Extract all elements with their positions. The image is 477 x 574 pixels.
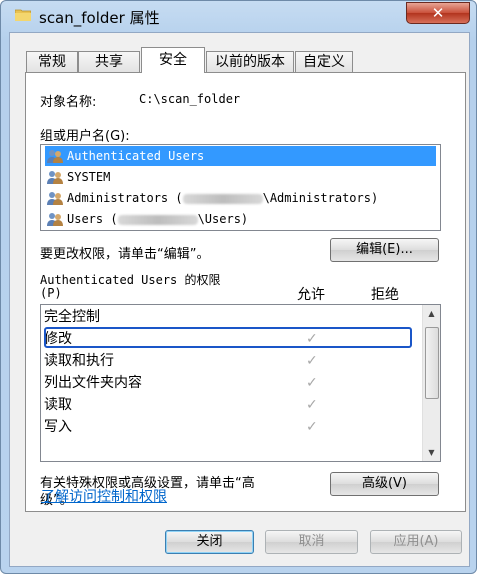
tab-sharing[interactable]: 共享 xyxy=(78,51,140,72)
advanced-button[interactable]: 高级(V) xyxy=(330,472,439,496)
user-group-icon xyxy=(47,192,63,205)
object-name-value: C:\scan_folder xyxy=(139,92,241,106)
tab-label: 共享 xyxy=(95,54,123,70)
deny-column-header: 拒绝 xyxy=(371,287,399,303)
user-name: Authenticated Users xyxy=(67,149,205,163)
dialog-client: 常规 共享 安全 以前的版本 自定义 对象名称: C:\scan_folder … xyxy=(9,32,470,567)
permission-row: 读取和执行 ✓ xyxy=(44,351,414,372)
tab-previous-versions[interactable]: 以前的版本 xyxy=(206,51,294,72)
user-list[interactable]: Authenticated Users SYSTEM Administrator… xyxy=(40,144,441,231)
user-row-administrators[interactable]: Administrators ( \Administrators) xyxy=(45,188,436,208)
user-name-suffix: \Administrators) xyxy=(262,191,379,205)
allow-column-header: 允许 xyxy=(297,287,325,303)
scrollbar-thumb[interactable] xyxy=(425,327,439,399)
highlight-box xyxy=(44,327,412,348)
user-name: Administrators ( \Administrators) xyxy=(67,188,378,208)
tab-general[interactable]: 常规 xyxy=(26,51,78,72)
edit-button[interactable]: 编辑(E)... xyxy=(330,238,439,262)
permission-name: 列出文件夹内容 xyxy=(44,375,142,391)
permission-name: 读取 xyxy=(44,397,72,413)
permission-row: 列出文件夹内容 ✓ xyxy=(44,373,414,394)
learn-access-control-link[interactable]: 了解访问控制和权限 xyxy=(41,486,167,506)
user-name: Users ( \Users) xyxy=(67,209,248,229)
allow-check-icon: ✓ xyxy=(306,353,318,369)
title-bar[interactable]: scan_folder 属性 ✕ xyxy=(1,1,476,31)
user-name-prefix: Administrators ( xyxy=(67,191,183,205)
security-panel: 对象名称: C:\scan_folder 组或用户名(G): Authentic… xyxy=(25,72,466,512)
close-icon: ✕ xyxy=(431,4,445,22)
permission-name: 读取和执行 xyxy=(44,353,114,369)
close-window-button[interactable]: ✕ xyxy=(406,2,470,24)
permission-name: 完全控制 xyxy=(44,309,100,325)
change-permissions-hint: 要更改权限，请单击“编辑”。 xyxy=(40,247,210,262)
permission-name: 写入 xyxy=(44,419,72,435)
tab-security[interactable]: 安全 xyxy=(141,47,205,73)
tab-label: 常规 xyxy=(38,54,66,70)
permission-row: 写入 ✓ xyxy=(44,417,414,438)
allow-check-icon: ✓ xyxy=(306,419,318,435)
user-group-icon xyxy=(47,150,63,163)
tab-customize[interactable]: 自定义 xyxy=(295,51,353,72)
user-row-system[interactable]: SYSTEM xyxy=(45,167,436,187)
tab-label: 安全 xyxy=(159,52,187,68)
folder-icon xyxy=(15,9,31,21)
tab-label: 以前的版本 xyxy=(215,54,285,70)
user-group-icon xyxy=(47,171,63,184)
redacted-domain xyxy=(182,193,263,204)
user-group-icon xyxy=(47,213,63,226)
object-name-label: 对象名称: xyxy=(40,95,97,110)
properties-window: scan_folder 属性 ✕ 常规 共享 安全 以前的版本 自定义 对象名称… xyxy=(0,0,477,574)
permissions-title: Authenticated Users 的权限 xyxy=(40,273,221,287)
allow-check-icon: ✓ xyxy=(306,397,318,413)
permissions-title-mnemonic: (P) xyxy=(40,286,62,300)
scroll-up-icon[interactable]: ▲ xyxy=(423,305,440,322)
user-name: SYSTEM xyxy=(67,170,111,184)
permission-row: 读取 ✓ xyxy=(44,395,414,416)
redacted-domain xyxy=(117,214,198,225)
user-row-authenticated[interactable]: Authenticated Users xyxy=(45,146,436,166)
user-row-users[interactable]: Users ( \Users) xyxy=(45,209,436,229)
apply-button[interactable]: 应用(A) xyxy=(370,530,462,554)
group-users-label: 组或用户名(G): xyxy=(40,129,130,144)
permission-row: 完全控制 xyxy=(44,307,414,328)
user-name-suffix: \Users) xyxy=(197,212,249,226)
tab-label: 自定义 xyxy=(303,54,345,70)
close-button[interactable]: 关闭 xyxy=(165,530,254,554)
cancel-button[interactable]: 取消 xyxy=(265,530,358,554)
scroll-down-icon[interactable]: ▼ xyxy=(423,444,440,461)
permissions-scrollbar[interactable]: ▲ ▼ xyxy=(422,305,440,461)
allow-check-icon: ✓ xyxy=(306,375,318,391)
user-name-prefix: Users ( xyxy=(67,212,118,226)
window-title: scan_folder 属性 xyxy=(39,9,160,27)
